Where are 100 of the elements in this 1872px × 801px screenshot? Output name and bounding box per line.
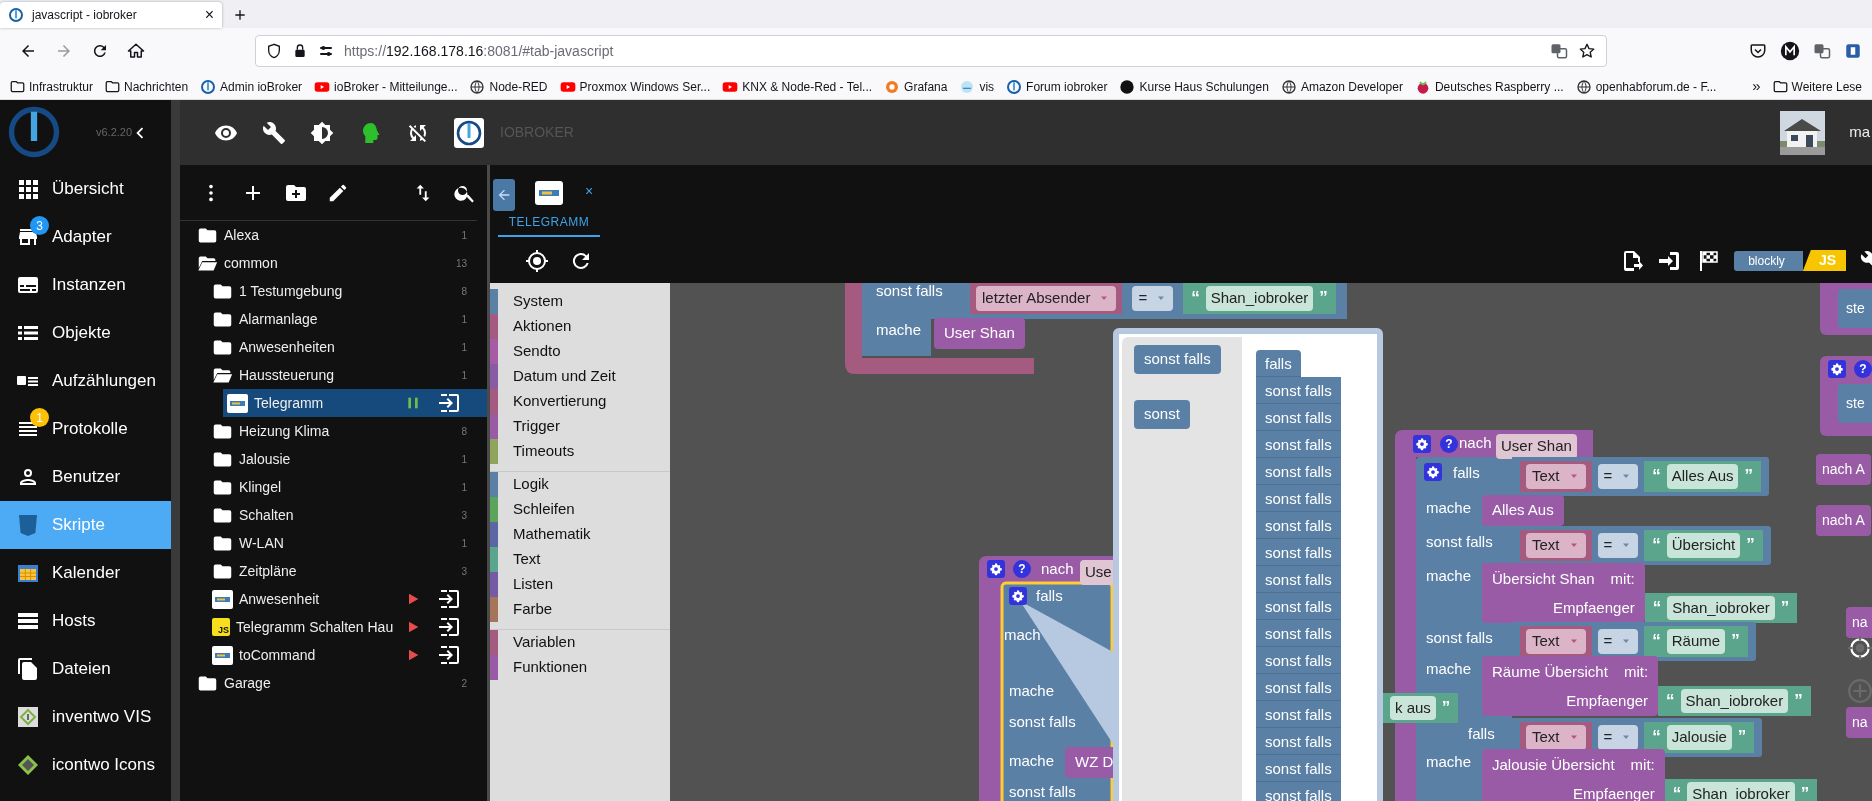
bookmark[interactable]: vis — [959, 77, 995, 96]
operator-dropdown[interactable]: = — [1597, 533, 1639, 558]
tree-item[interactable]: Telegramm — [223, 389, 487, 417]
dropdown[interactable]: Text — [1526, 464, 1586, 489]
text-value[interactable]: Shan_iobroker — [1680, 688, 1789, 713]
statement-block[interactable]: sonst — [1134, 400, 1190, 429]
tree-item[interactable]: Zeitpläne 3 — [208, 557, 487, 585]
bookmark[interactable]: Kurse Haus Schulungen — [1119, 77, 1269, 96]
operator-dropdown[interactable]: = — [1132, 286, 1174, 311]
text-value[interactable]: Räume — [1666, 629, 1726, 654]
statement-block[interactable]: sonst falls — [1256, 404, 1341, 431]
home-icon[interactable] — [127, 42, 145, 60]
sidebar-item[interactable]: Adapter 3 — [0, 213, 171, 261]
operator-dropdown[interactable]: = — [1597, 725, 1639, 750]
text-value[interactable]: Alles Aus — [1666, 464, 1739, 489]
bookmark[interactable]: Grafana — [884, 77, 948, 96]
bookmark-folder[interactable]: Weitere Lese — [1772, 77, 1862, 96]
text-value[interactable]: Shan_iobroker — [1667, 595, 1775, 620]
back-button[interactable] — [493, 179, 515, 211]
statement-block[interactable]: sonst falls — [1256, 674, 1341, 701]
forward-icon[interactable] — [55, 42, 73, 60]
gear-icon[interactable] — [1413, 435, 1431, 453]
text-value[interactable]: Übersicht — [1666, 533, 1741, 558]
bookmark[interactable]: ioBroker - Mitteilunge... — [314, 77, 458, 96]
gear-icon[interactable] — [1828, 360, 1846, 378]
close-icon[interactable]: × — [585, 181, 594, 202]
statement-block[interactable]: sonst falls — [1256, 647, 1341, 674]
sidebar-item[interactable]: Übersicht — [0, 165, 171, 213]
pocket-icon[interactable] — [1749, 42, 1767, 60]
bookmark[interactable]: Proxmox Windows Ser... — [559, 77, 711, 96]
locate-icon[interactable] — [525, 248, 549, 273]
statement-block[interactable]: sonst falls — [1256, 728, 1341, 755]
bookmark[interactable]: openhabforum.de - F... — [1575, 77, 1717, 96]
statement-block[interactable]: sonst falls — [1256, 431, 1341, 458]
bookmark[interactable]: Forum iobroker — [1006, 77, 1108, 96]
bookmark[interactable]: Node-RED — [469, 77, 548, 96]
dropdown[interactable]: Text — [1526, 725, 1586, 750]
statement-block[interactable]: sonst falls — [1256, 458, 1341, 485]
tree-item[interactable]: Alexa 1 — [193, 221, 487, 249]
brightness-icon[interactable] — [310, 120, 334, 145]
sidebar-item[interactable]: Kalender — [0, 549, 171, 597]
sidebar-item[interactable]: Dateien — [0, 645, 171, 693]
tree-item[interactable]: Anwesenheiten 1 — [208, 333, 487, 361]
gear-icon[interactable] — [987, 560, 1005, 578]
bookmark[interactable]: Nachrichten — [105, 77, 189, 96]
close-icon[interactable]: × — [204, 7, 214, 23]
tree-item[interactable]: Garage 2 — [193, 669, 487, 697]
statement-block[interactable]: sonst falls — [1256, 485, 1341, 512]
text-value[interactable]: k aus — [1390, 695, 1436, 721]
tree-item[interactable]: toCommand — [208, 641, 487, 669]
pause-icon[interactable] — [405, 395, 421, 411]
function-name-field[interactable]: User Shan — [1496, 434, 1577, 459]
bookmark[interactable]: KNX & Node-Red - Tel... — [722, 77, 873, 96]
operator-dropdown[interactable]: = — [1597, 464, 1639, 489]
star-icon[interactable] — [1578, 42, 1596, 60]
new-tab-icon[interactable] — [232, 7, 248, 23]
tree-item[interactable]: Klingel 1 — [208, 473, 487, 501]
browser-tab[interactable]: javascript - iobroker × — [0, 2, 222, 28]
tree-item[interactable]: Schalten 3 — [208, 501, 487, 529]
sidebar-item[interactable]: icontwo Icons — [0, 741, 171, 789]
wrench-icon[interactable] — [262, 120, 286, 145]
bookmark[interactable]: Infrastruktur — [10, 77, 94, 96]
gear-icon[interactable] — [1424, 463, 1442, 481]
sidebar-item[interactable]: Protokolle 1 — [0, 405, 171, 453]
tree-item[interactable]: Haussteuerung 1 — [208, 361, 487, 389]
sidebar-item[interactable]: Benutzer — [0, 453, 171, 501]
sidebar-item[interactable]: Hosts — [0, 597, 171, 645]
statement-block[interactable]: sonst falls — [1256, 701, 1341, 728]
account-icon[interactable] — [1780, 41, 1800, 61]
statement-block[interactable]: sonst falls — [1256, 539, 1341, 566]
bookmark[interactable]: Amazon Developer — [1280, 77, 1403, 96]
statement-block[interactable]: sonst falls — [1256, 566, 1341, 593]
translate-icon[interactable] — [1550, 42, 1568, 60]
statement-block[interactable]: sonst falls — [1256, 512, 1341, 539]
tree-item[interactable]: common 13 — [193, 249, 487, 277]
tree-item[interactable]: Heizung Klima 8 — [208, 417, 487, 445]
extension-icon[interactable] — [1844, 42, 1862, 60]
more-bookmarks[interactable]: » — [1752, 75, 1761, 98]
tree-item[interactable]: Anwesenheit — [208, 585, 487, 613]
tree-item[interactable]: JS Telegramm Schalten Hau — [208, 613, 487, 641]
enter-icon[interactable] — [437, 615, 461, 639]
text-value[interactable]: Jalousie — [1666, 725, 1732, 750]
tree-item[interactable]: Jalousie 1 — [208, 445, 487, 473]
tree-item[interactable]: W-LAN 1 — [208, 529, 487, 557]
gear-icon[interactable] — [1009, 587, 1027, 605]
statement-block[interactable]: sonst falls — [1256, 377, 1341, 404]
statement-block[interactable]: sonst falls — [1256, 782, 1341, 801]
statement-block[interactable]: sonst falls — [1256, 755, 1341, 782]
reload-icon[interactable] — [91, 42, 109, 60]
sidebar-item[interactable]: Instanzen — [0, 261, 171, 309]
statement-block[interactable]: falls — [1256, 350, 1301, 377]
text-value[interactable]: Shan_iobroker — [1205, 286, 1314, 311]
bookmark[interactable]: Deutsches Raspberry ... — [1414, 77, 1564, 96]
statement-block[interactable]: sonst falls — [1256, 620, 1341, 647]
statement-block[interactable]: sonst falls — [1134, 345, 1221, 374]
dropdown[interactable]: letzter Absender — [976, 286, 1117, 311]
dropdown[interactable]: Text — [1526, 533, 1586, 558]
operator-dropdown[interactable]: = — [1597, 629, 1639, 654]
dropdown[interactable]: Text — [1526, 629, 1586, 654]
bookmark[interactable]: Admin ioBroker — [200, 77, 303, 96]
